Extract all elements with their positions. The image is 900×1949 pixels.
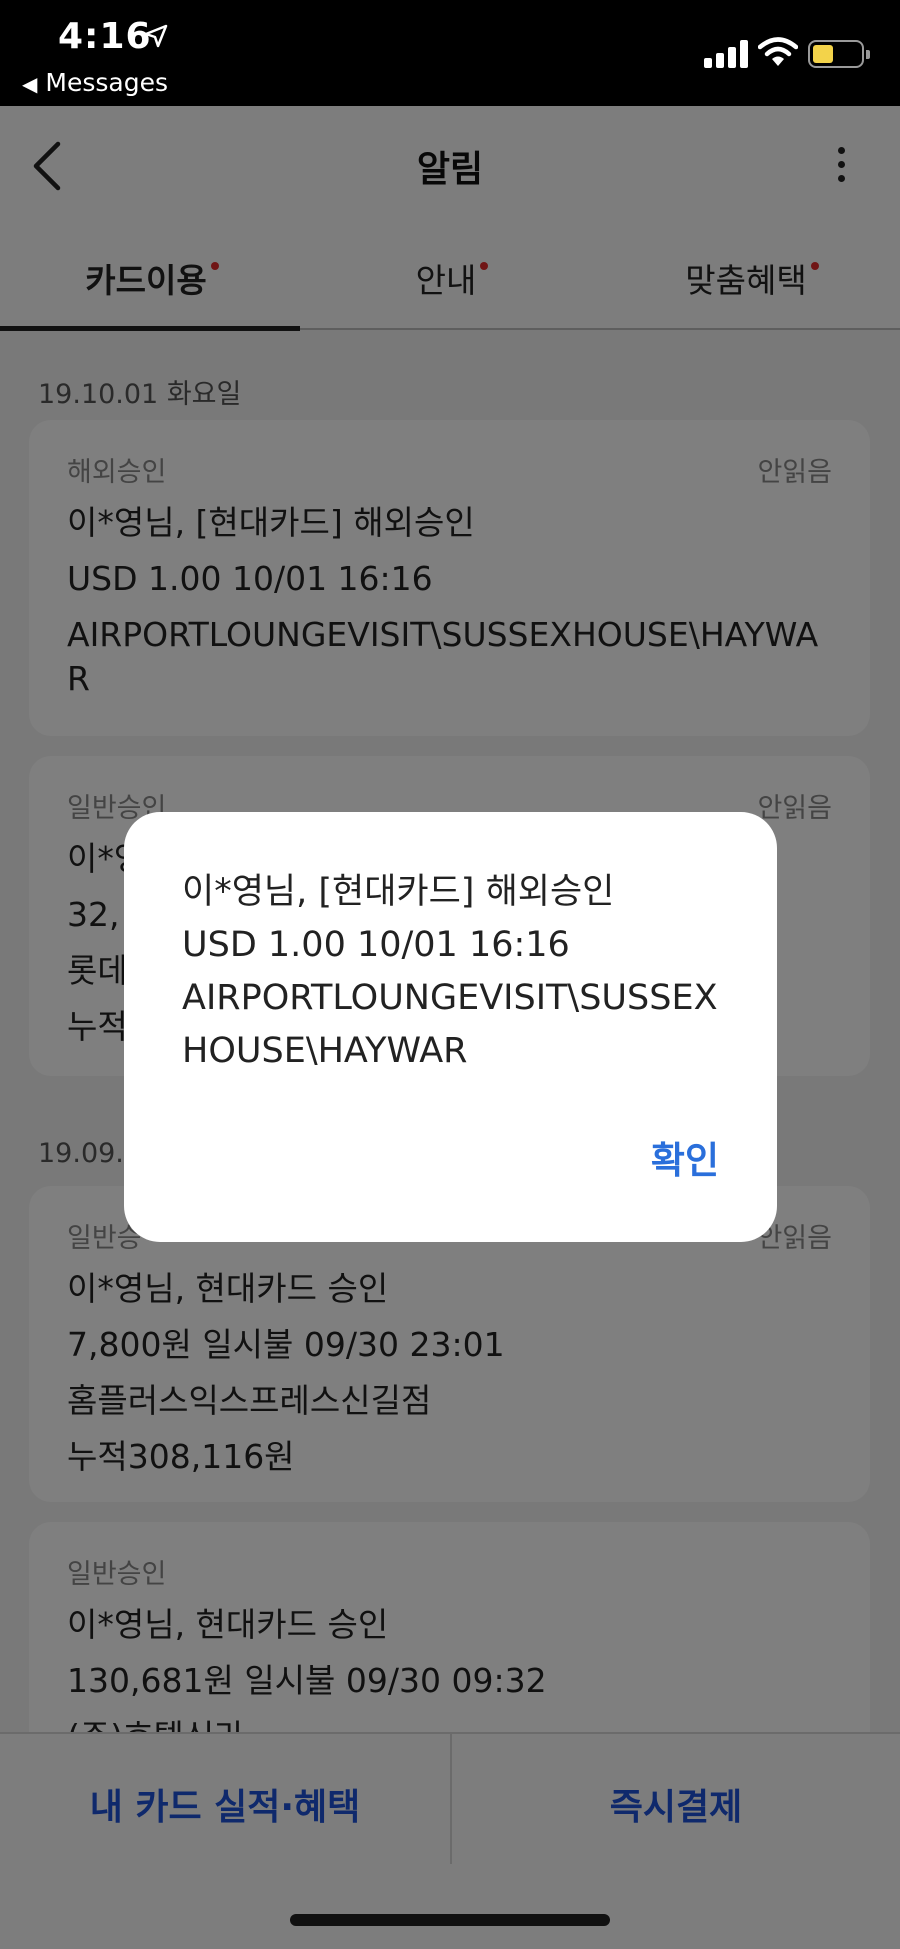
- dialog-line: AIRPORTLOUNGEVISIT\SUSSEXHOUSE\HAYWAR: [182, 978, 718, 1071]
- dialog-line: USD 1.00 10/01 16:16: [182, 925, 570, 965]
- back-triangle-icon: ◀: [22, 72, 38, 96]
- alert-dialog: 이*영님, [현대카드] 해외승인 USD 1.00 10/01 16:16 A…: [124, 812, 777, 1242]
- status-bar: 4:16 ◀ Messages: [0, 0, 900, 106]
- cellular-signal-icon: [704, 40, 750, 68]
- wifi-icon: [757, 36, 799, 72]
- home-indicator[interactable]: [290, 1914, 610, 1926]
- confirm-button[interactable]: 확인: [651, 1130, 719, 1184]
- location-arrow-icon: [144, 24, 168, 52]
- dialog-message: 이*영님, [현대카드] 해외승인 USD 1.00 10/01 16:16 A…: [182, 866, 742, 1078]
- back-to-messages-label: Messages: [45, 68, 168, 97]
- dialog-line: 이*영님, [현대카드] 해외승인: [182, 872, 615, 912]
- battery-icon: [808, 40, 870, 68]
- back-to-messages[interactable]: ◀ Messages: [22, 68, 168, 97]
- status-time: 4:16: [58, 16, 152, 57]
